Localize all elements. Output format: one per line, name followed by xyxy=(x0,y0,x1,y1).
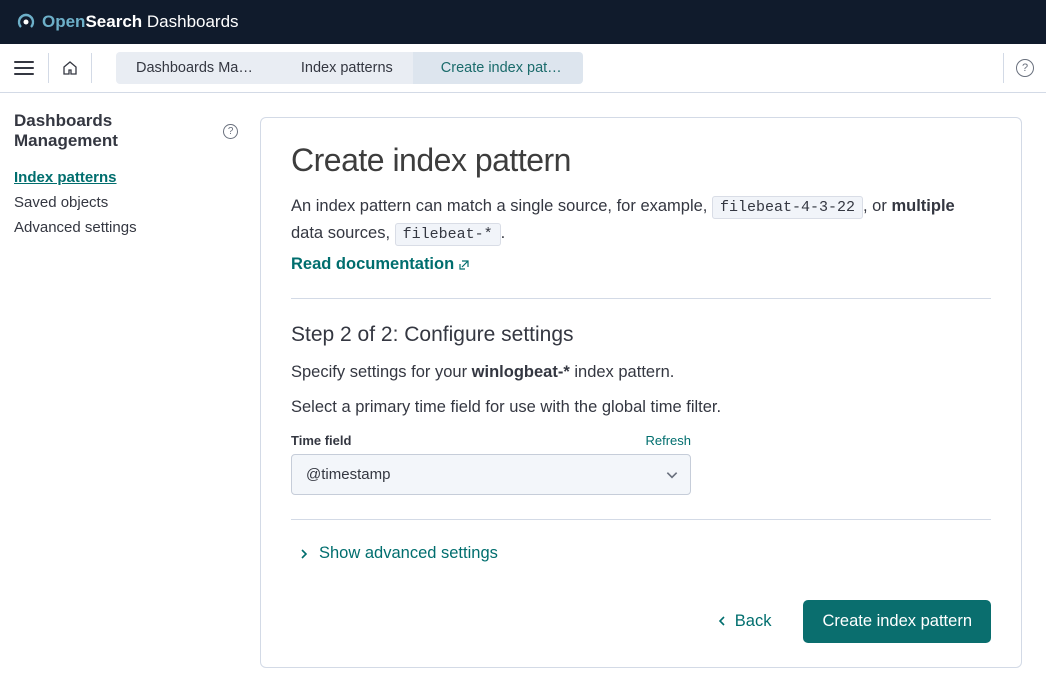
time-field-select[interactable]: @timestamp xyxy=(291,454,691,495)
code-example-multi: filebeat-* xyxy=(395,223,501,246)
chevron-right-icon xyxy=(299,549,309,559)
info-icon[interactable]: ? xyxy=(223,124,238,139)
read-documentation-link[interactable]: Read documentation xyxy=(291,255,470,274)
show-advanced-settings-toggle[interactable]: Show advanced settings xyxy=(299,544,498,563)
step-description-2: Select a primary time field for use with… xyxy=(291,398,991,417)
step-title: Step 2 of 2: Configure settings xyxy=(291,323,991,347)
menu-toggle-icon[interactable] xyxy=(12,56,36,80)
top-bar: OpenSearch Dashboards xyxy=(0,0,1046,44)
create-index-pattern-button[interactable]: Create index pattern xyxy=(803,600,991,643)
sidebar-item-saved-objects[interactable]: Saved objects xyxy=(14,190,238,215)
divider xyxy=(291,298,991,299)
nav-bar: Dashboards Ma… Index patterns Create ind… xyxy=(0,44,1046,93)
back-button[interactable]: Back xyxy=(706,604,784,639)
breadcrumb: Dashboards Ma… Index patterns Create ind… xyxy=(116,52,991,84)
nav-divider xyxy=(1003,53,1004,83)
divider xyxy=(291,519,991,520)
sidebar-item-index-patterns[interactable]: Index patterns xyxy=(14,165,238,190)
nav-divider xyxy=(48,53,49,83)
breadcrumb-item[interactable]: Index patterns xyxy=(273,52,413,84)
sidebar-item-advanced-settings[interactable]: Advanced settings xyxy=(14,215,238,240)
sidebar: Dashboards Management ? Index patterns S… xyxy=(0,93,252,693)
main-content: Create index pattern An index pattern ca… xyxy=(252,93,1046,693)
step-description-1: Specify settings for your winlogbeat-* i… xyxy=(291,363,991,382)
breadcrumb-item[interactable]: Dashboards Ma… xyxy=(116,52,273,84)
chevron-left-icon xyxy=(718,615,727,627)
app-logo-text: OpenSearch Dashboards xyxy=(42,12,239,32)
nav-divider xyxy=(91,53,92,83)
external-link-icon xyxy=(458,259,470,271)
home-icon[interactable] xyxy=(61,59,79,77)
help-icon[interactable]: ? xyxy=(1016,59,1034,77)
sidebar-title: Dashboards Management ? xyxy=(14,111,238,151)
app-logo[interactable]: OpenSearch Dashboards xyxy=(16,12,239,32)
time-field-value[interactable]: @timestamp xyxy=(291,454,691,495)
breadcrumb-item-current[interactable]: Create index pattern xyxy=(413,52,583,84)
footer-buttons: Back Create index pattern xyxy=(291,600,991,643)
page-title: Create index pattern xyxy=(291,142,991,179)
refresh-link[interactable]: Refresh xyxy=(645,433,691,448)
page-description: An index pattern can match a single sour… xyxy=(291,193,991,247)
time-field-label: Time field xyxy=(291,433,351,448)
content-panel: Create index pattern An index pattern ca… xyxy=(260,117,1022,668)
opensearch-logo-icon xyxy=(16,12,36,32)
code-example-single: filebeat-4-3-22 xyxy=(712,196,863,219)
